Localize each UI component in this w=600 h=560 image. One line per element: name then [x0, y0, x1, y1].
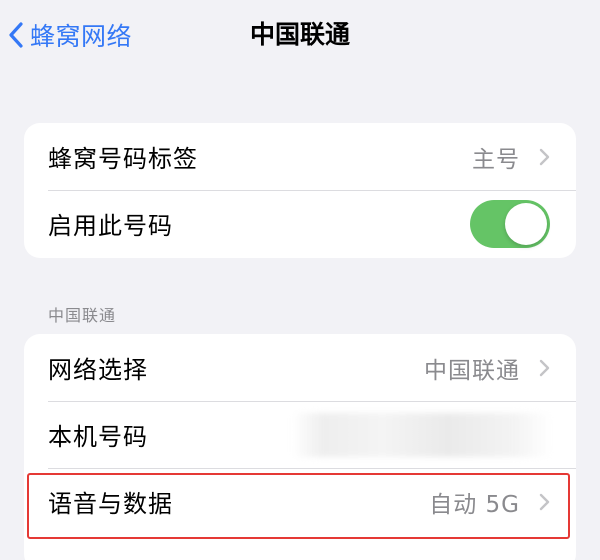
row-value: 主号	[472, 146, 520, 173]
row-voice-and-data[interactable]: 语音与数据 自动 5G	[24, 468, 576, 535]
toggle-knob	[505, 202, 547, 245]
row-label: 本机号码	[48, 423, 148, 451]
settings-group-number: 蜂窝号码标签 主号 启用此号码	[24, 123, 576, 258]
row-label: 启用此号码	[48, 212, 173, 240]
row-network-selection[interactable]: 网络选择 中国联通	[24, 334, 576, 401]
row-label: 语音与数据	[48, 490, 173, 518]
cellular-carrier-settings-page: 蜂窝网络 中国联通 蜂窝号码标签 主号 启用此号码 中国联通 网络选择 中国联通	[0, 0, 600, 560]
settings-group-carrier: 网络选择 中国联通 本机号码 语音与数据 自动 5G	[24, 334, 576, 560]
chevron-right-icon	[539, 148, 550, 166]
section-header-carrier: 中国联通	[48, 306, 117, 325]
row-turn-on-this-line: 启用此号码	[24, 190, 576, 257]
row-label: 网络选择	[48, 356, 148, 384]
chevron-right-icon	[539, 493, 550, 511]
chevron-right-icon	[539, 359, 550, 377]
redacted-phone-number	[292, 413, 552, 457]
navigation-bar: 蜂窝网络 中国联通	[0, 0, 600, 70]
row-value: 中国联通	[424, 357, 520, 384]
row-value: 自动 5G	[429, 491, 520, 518]
row-cellular-plan-label[interactable]: 蜂窝号码标签 主号	[24, 123, 576, 190]
row-my-number[interactable]: 本机号码	[24, 401, 576, 468]
turn-on-line-toggle[interactable]	[470, 199, 550, 248]
row-label: 蜂窝号码标签	[48, 145, 198, 173]
page-title: 中国联通	[249, 20, 350, 49]
